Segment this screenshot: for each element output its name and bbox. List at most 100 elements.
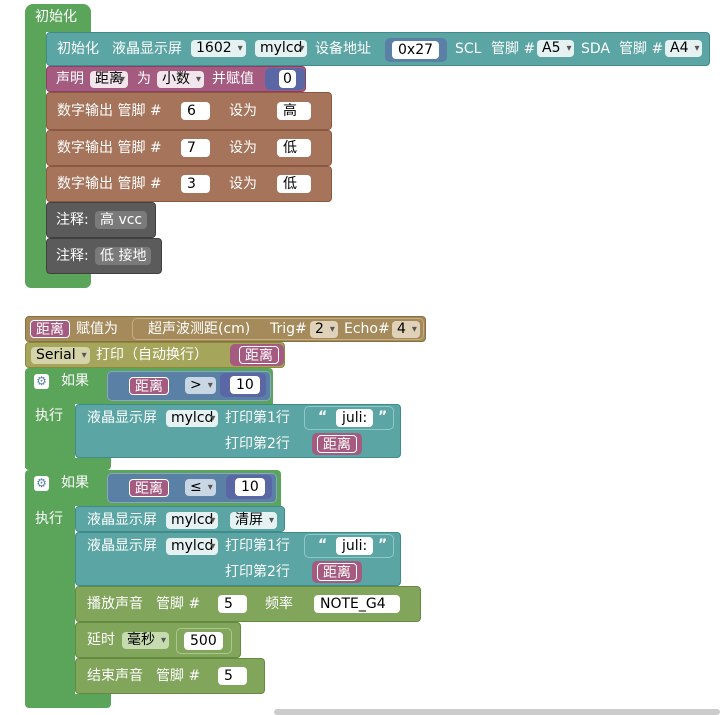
notone-block[interactable]: 结束声音 管脚 # 5: [75, 658, 265, 694]
digital-pin-dropdown[interactable]: 3: [181, 175, 210, 193]
lcd-line1-label: 打印第1行: [225, 410, 290, 426]
tone-note-dropdown[interactable]: NOTE_G4: [314, 595, 400, 613]
compare-op-dropdown[interactable]: ≤: [185, 479, 216, 496]
lcd-print-block-2[interactable]: 液晶显示屏 mylcd 打印第1行 “ juli: ” 打印第2行 距离: [75, 532, 401, 586]
lcd-name-field[interactable]: mylcd: [166, 410, 219, 427]
assign-distance-block[interactable]: 距离 赋值为 超声波测距(cm) Trig# 2 Echo# 4: [25, 316, 426, 342]
assign-label: 赋值为: [76, 321, 118, 337]
serial-port-dropdown[interactable]: Serial: [31, 347, 90, 364]
declare-value-input[interactable]: 0: [279, 70, 296, 88]
compare-left-var[interactable]: 距离: [129, 479, 169, 497]
digital-write-label: 数字输出 管脚 #: [57, 176, 162, 192]
tone-block[interactable]: 播放声音 管脚 # 5 频率 NOTE_G4: [75, 586, 421, 622]
serial-print-label: 打印（自动换行）: [96, 347, 208, 363]
echo-label: Echo#: [344, 321, 390, 337]
comment-label: 注释:: [56, 248, 89, 264]
digital-level-dropdown[interactable]: 高: [277, 102, 311, 120]
assign-var-field[interactable]: 距离: [30, 320, 70, 338]
comment-block-2[interactable]: 注释: 低 接地: [46, 238, 162, 274]
lcd-addr-input[interactable]: 0x27: [392, 41, 440, 59]
tone-pin-dropdown[interactable]: 5: [218, 595, 247, 613]
declare-type-dropdown[interactable]: 小数: [157, 71, 204, 88]
comment-label: 注释:: [56, 212, 89, 228]
if-block-1-foot: [25, 458, 111, 470]
digital-pin-dropdown[interactable]: 6: [181, 102, 210, 120]
lcd-line2-var[interactable]: 距离: [317, 563, 357, 581]
lcd-line2-label: 打印第2行: [225, 436, 290, 452]
lcd-type-dropdown[interactable]: 1602: [191, 40, 246, 57]
tone-label: 播放声音: [87, 596, 143, 612]
lcd-init-prefix: 初始化: [57, 41, 99, 57]
horizontal-scrollbar[interactable]: [274, 709, 720, 715]
open-quote-icon: “: [318, 409, 328, 425]
digital-write-label: 数字输出 管脚 #: [57, 140, 162, 156]
digital-pin-dropdown[interactable]: 7: [181, 139, 210, 157]
compare-op-dropdown[interactable]: >: [185, 377, 216, 394]
delay-unit-dropdown[interactable]: 毫秒: [122, 632, 169, 649]
open-quote-icon: “: [318, 537, 328, 553]
ultrasonic-label: 超声波测距(cm): [148, 321, 251, 337]
delay-label: 延时: [87, 632, 115, 648]
lcd-clear-block[interactable]: 液晶显示屏 mylcd 清屏: [75, 506, 285, 532]
lcd-label: 液晶显示屏: [87, 410, 157, 426]
delay-value-input[interactable]: 500: [184, 632, 223, 650]
lcd-name-field[interactable]: mylcd: [255, 40, 308, 57]
declare-block[interactable]: 声明 距离 为 小数 并赋值 0: [46, 66, 306, 92]
notone-label: 结束声音: [87, 668, 143, 684]
digital-write-block-2[interactable]: 数字输出 管脚 # 7 设为 低: [46, 130, 332, 166]
digital-set-label: 设为: [229, 140, 257, 156]
lcd-addr-label: 设备地址: [315, 41, 371, 57]
lcd-init-label: 液晶显示屏: [112, 41, 182, 57]
compare-left-var[interactable]: 距离: [129, 377, 169, 395]
sda-label: SDA: [581, 41, 610, 57]
setup-frame: [25, 28, 46, 274]
lcd-label: 液晶显示屏: [87, 512, 157, 528]
serial-print-block[interactable]: Serial 打印（自动换行） 距离: [25, 342, 285, 368]
gear-icon[interactable]: ⚙: [34, 476, 49, 491]
declare-as-label: 为: [137, 71, 151, 87]
compare-right-input[interactable]: 10: [235, 478, 265, 496]
echo-pin-dropdown[interactable]: 4: [392, 321, 420, 338]
digital-set-label: 设为: [229, 103, 257, 119]
if-label: 如果: [61, 475, 89, 491]
do-label: 执行: [35, 511, 63, 527]
lcd-text-input[interactable]: juli:: [336, 537, 374, 555]
digital-write-label: 数字输出 管脚 #: [57, 103, 162, 119]
lcd-line2-var[interactable]: 距离: [317, 435, 357, 453]
lcd-action-dropdown[interactable]: 清屏: [230, 512, 277, 529]
digital-level-dropdown[interactable]: 低: [277, 175, 311, 193]
comment-text[interactable]: 低 接地: [95, 247, 152, 265]
declare-label: 声明: [56, 71, 84, 87]
delay-block[interactable]: 延时 毫秒 500: [75, 622, 241, 658]
digital-level-dropdown[interactable]: 低: [277, 139, 311, 157]
serial-var-field[interactable]: 距离: [239, 346, 279, 364]
digital-write-block-1[interactable]: 数字输出 管脚 # 6 设为 高: [46, 92, 332, 130]
comment-block-1[interactable]: 注释: 高 vcc: [46, 202, 156, 238]
lcd-label: 液晶显示屏: [87, 538, 157, 554]
gear-icon[interactable]: ⚙: [34, 374, 49, 389]
lcd-line2-label: 打印第2行: [225, 564, 290, 580]
scl-pin-dropdown[interactable]: A5: [537, 40, 575, 57]
notone-pin-dropdown[interactable]: 5: [218, 667, 247, 685]
tone-pin-label: 管脚 #: [156, 596, 201, 612]
lcd-name-field[interactable]: mylcd: [166, 512, 219, 529]
lcd-text-input[interactable]: juli:: [336, 409, 374, 427]
trig-label: Trig#: [270, 321, 307, 337]
lcd-print-block-1[interactable]: 液晶显示屏 mylcd 打印第1行 “ juli: ” 打印第2行 距离: [75, 404, 401, 458]
compare-right-input[interactable]: 10: [230, 376, 260, 394]
digital-write-block-3[interactable]: 数字输出 管脚 # 3 设为 低: [46, 166, 332, 202]
close-quote-icon: ”: [378, 409, 388, 425]
if-block-2[interactable]: ⚙ 如果 距离 ≤ 10: [25, 470, 281, 506]
comment-text[interactable]: 高 vcc: [95, 211, 148, 229]
lcd-init-block[interactable]: 初始化 液晶显示屏 1602 mylcd 设备地址 0x27 SCL 管脚 # …: [46, 32, 710, 66]
trig-pin-dropdown[interactable]: 2: [310, 321, 338, 338]
if-label: 如果: [61, 373, 89, 389]
declare-assign-label: 并赋值: [212, 71, 254, 87]
declare-var-dropdown[interactable]: 距离: [90, 71, 128, 88]
sda-pin-label: 管脚 #: [619, 41, 664, 57]
tone-freq-label: 频率: [265, 596, 293, 612]
sda-pin-dropdown[interactable]: A4: [665, 40, 703, 57]
lcd-name-field[interactable]: mylcd: [166, 538, 219, 555]
if-block-1[interactable]: ⚙ 如果 距离 > 10: [25, 368, 273, 404]
do-label: 执行: [35, 408, 63, 424]
